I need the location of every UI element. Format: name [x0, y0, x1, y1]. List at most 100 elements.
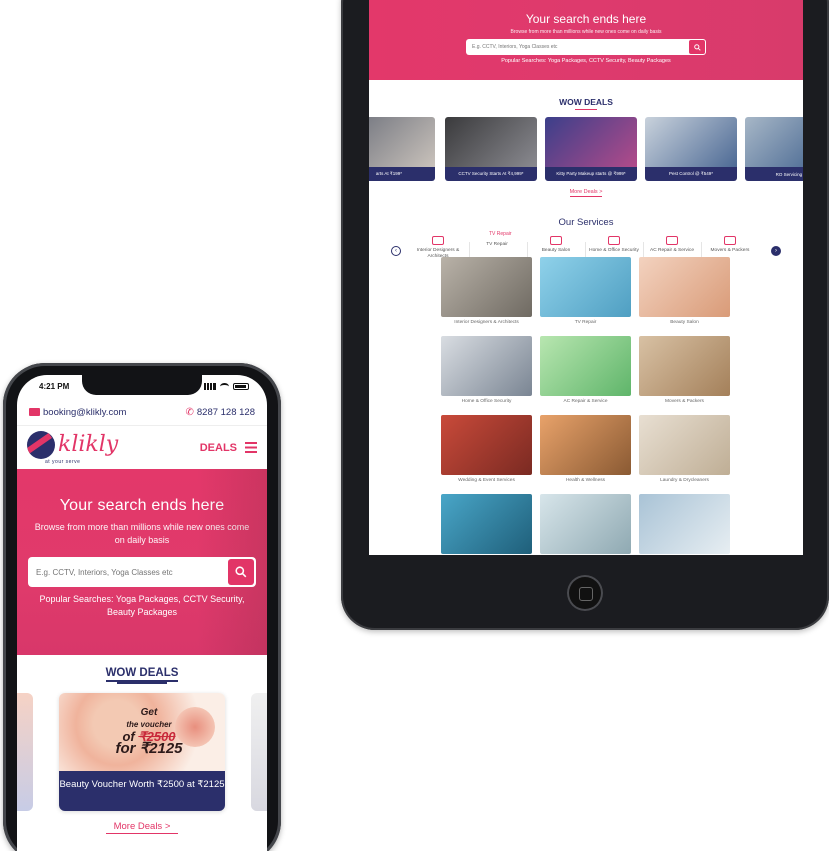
service-tile-label: Home & Office Security [461, 399, 512, 404]
phone-more-deals-link[interactable]: More Deals > [17, 821, 267, 834]
deal-caption: Pest Control @ ₹549* [645, 167, 737, 181]
phone-notch [82, 375, 202, 395]
phone-link[interactable]: ✆ 8287 128 128 [185, 407, 255, 418]
service-tile[interactable]: Laundry & Drycleaners [639, 415, 730, 483]
service-tile-image [540, 336, 631, 396]
email-text: booking@klikly.com [43, 406, 127, 418]
deal-card[interactable]: arts At ₹199* [369, 117, 435, 181]
service-tile-label: Beauty Salon [670, 320, 699, 325]
service-tile-image [540, 415, 631, 475]
offer-new-price: for ₹2125 [115, 740, 183, 757]
deal-caption: Kitty Party Makeup starts @ ₹999* [545, 167, 637, 181]
phone-hero-title: Your search ends here [59, 497, 225, 514]
phone-hero: Your search ends here Browse from more t… [17, 469, 267, 655]
service-beauty-salon[interactable]: Beauty Salon [528, 236, 584, 254]
chevron-right-icon[interactable]: › [771, 246, 781, 256]
logo-tagline: at your serve [45, 458, 81, 465]
chevron-left-icon[interactable]: ‹ [391, 246, 401, 256]
logo-text: klikly [58, 431, 119, 457]
offer-text: Get the voucher of ₹2500 for ₹2125 [99, 707, 199, 757]
service-tile[interactable] [639, 494, 730, 555]
phone-number-text: 8287 128 128 [196, 406, 255, 418]
phone-screen: 4:21 PM booking@klikly.com ✆ 8287 128 12… [17, 375, 267, 851]
service-movers[interactable]: Movers & Packers [702, 236, 758, 254]
tablet-wow-deals-title: WOW DEALS [369, 97, 803, 110]
service-tile-image [639, 415, 730, 475]
logo[interactable]: klikly at your serve [27, 430, 119, 465]
service-tv-repair[interactable]: TV Repair [469, 242, 525, 248]
wifi-icon [220, 382, 229, 390]
service-tile-image [639, 336, 730, 396]
phone-wow-deals-text: WOW DEALS [105, 667, 179, 682]
status-time: 4:21 PM [39, 381, 70, 391]
service-tile[interactable]: Beauty Salon [639, 257, 730, 325]
hamburger-menu-icon[interactable] [245, 442, 257, 453]
deal-card[interactable]: RO Servicing & [745, 117, 803, 181]
tablet-popular-searches: Popular Searches: Yoga Packages, CCTV Se… [501, 58, 671, 64]
phone-device: 4:21 PM booking@klikly.com ✆ 8287 128 12… [3, 363, 281, 851]
service-home-security[interactable]: Home & Office Security [586, 236, 642, 254]
service-tile-label: Wedding & Event Services [458, 478, 515, 483]
service-tile[interactable]: Home & Office Security [441, 336, 532, 404]
deal-image [645, 117, 737, 167]
phone-search-input[interactable] [36, 567, 216, 577]
service-tile-label: Laundry & Drycleaners [660, 478, 709, 483]
deal-card-next[interactable] [251, 693, 267, 811]
tablet-search-input[interactable] [472, 44, 672, 50]
service-label: AC Repair & Service [650, 248, 694, 253]
tablet-hero-subtitle: Browse from more than millions while new… [510, 29, 662, 35]
title-underline [575, 109, 597, 110]
email-link[interactable]: booking@klikly.com [29, 407, 126, 418]
phone-wow-deals-title: WOW DEALS [17, 667, 267, 684]
service-tile-image [639, 494, 730, 554]
deal-image [445, 117, 537, 167]
service-tile-label: AC Repair & Service [563, 399, 608, 404]
service-tile-image [540, 494, 631, 554]
search-icon [235, 566, 247, 578]
service-tile-label: TV Repair [574, 320, 597, 325]
service-tile[interactable]: TV Repair [540, 257, 631, 325]
service-tile-label: Health & Wellness [565, 478, 606, 483]
contact-bar: booking@klikly.com ✆ 8287 128 128 [17, 401, 267, 423]
offer-line: Get [140, 707, 158, 718]
phone-search-button[interactable] [228, 559, 254, 585]
tablet-device: Your search ends here Browse from more t… [341, 0, 829, 630]
service-tile-image [441, 415, 532, 475]
service-tile-image [441, 494, 532, 554]
tablet-more-deals-link[interactable]: More Deals > [369, 189, 803, 197]
home-button[interactable] [567, 575, 603, 611]
deal-caption: CCTV Security Starts At ₹4,999* [445, 167, 537, 181]
deal-image [545, 117, 637, 167]
service-tile-image [540, 257, 631, 317]
service-label: TV Repair [486, 242, 508, 247]
deal-card-beauty-voucher[interactable]: Get the voucher of ₹2500 for ₹2125 Beaut… [59, 693, 225, 811]
service-ac-repair[interactable]: AC Repair & Service [644, 236, 700, 254]
logo-mark-icon [27, 430, 55, 459]
service-tile[interactable] [540, 494, 631, 555]
deal-image: Get the voucher of ₹2500 for ₹2125 [59, 693, 225, 771]
face-icon [550, 236, 562, 245]
deal-caption: RO Servicing & [745, 167, 803, 181]
service-tile[interactable] [441, 494, 532, 555]
service-label: Beauty Salon [541, 248, 571, 253]
deal-card[interactable]: Kitty Party Makeup starts @ ₹999* [545, 117, 637, 181]
tablet-search-button[interactable] [689, 40, 705, 54]
service-tile[interactable]: Health & Wellness [540, 415, 631, 483]
service-tile-image [441, 257, 532, 317]
phone-icon: ✆ [185, 406, 194, 418]
signal-icon [204, 382, 216, 390]
service-tile-label: Movers & Packers [665, 399, 704, 404]
phone-popular-searches: Popular Searches: Yoga Packages, CCTV Se… [39, 594, 245, 617]
more-deals-text: More Deals > [105, 821, 179, 834]
deals-nav-link[interactable]: DEALS [200, 442, 237, 454]
service-tile[interactable]: AC Repair & Service [540, 336, 631, 404]
deal-card[interactable]: Pest Control @ ₹549* [645, 117, 737, 181]
tablet-search-bar [466, 39, 706, 55]
shield-icon [608, 236, 620, 245]
service-tile[interactable]: Wedding & Event Services [441, 415, 532, 483]
service-tile[interactable]: Interior Designers & Architects [441, 257, 532, 325]
deal-card[interactable]: CCTV Security Starts At ₹4,999* [445, 117, 537, 181]
deal-card-prev[interactable] [17, 693, 33, 811]
service-tile[interactable]: Movers & Packers [639, 336, 730, 404]
search-icon [693, 43, 701, 51]
